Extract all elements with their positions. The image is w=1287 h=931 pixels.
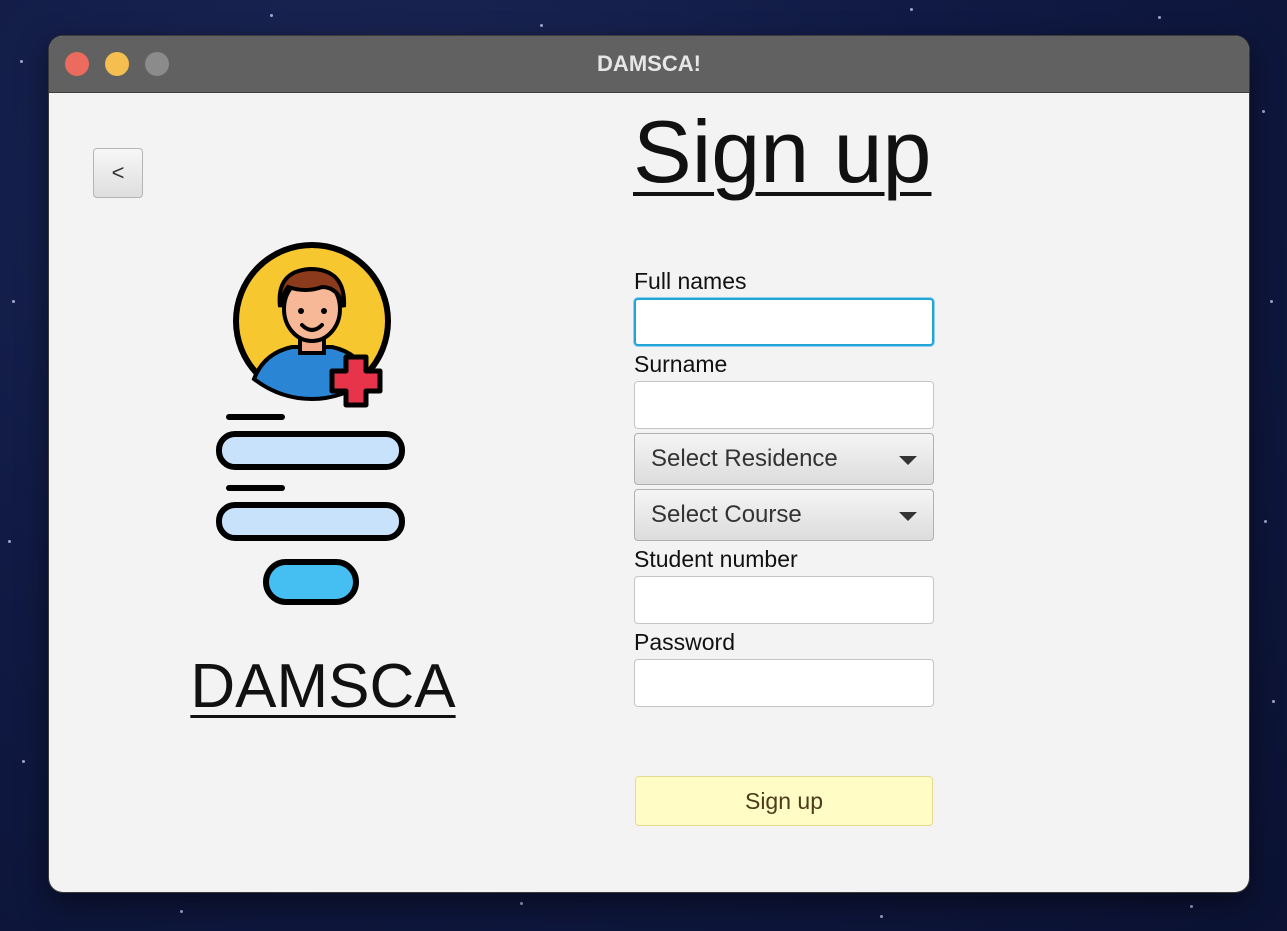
residence-select-value: Select Residence	[651, 445, 838, 472]
chevron-down-icon	[899, 512, 917, 521]
course-select[interactable]: Select Course	[634, 489, 934, 541]
user-add-icon	[233, 242, 391, 408]
chevron-down-icon	[899, 456, 917, 465]
surname-label: Surname	[634, 351, 728, 377]
full-names-field[interactable]	[634, 298, 934, 346]
title-bar[interactable]: DAMSCA!	[49, 36, 1249, 93]
student-number-field[interactable]	[634, 576, 934, 624]
password-field[interactable]	[634, 659, 934, 707]
surname-field[interactable]	[634, 381, 934, 429]
sign-up-button[interactable]: Sign up	[635, 776, 933, 826]
full-names-label: Full names	[634, 268, 747, 294]
brand-name: DAMSCA	[190, 652, 456, 721]
student-number-label: Student number	[634, 546, 798, 572]
page-title: Sign up	[633, 102, 932, 201]
app-window: DAMSCA! < DAMSCA Sign up Full names Surn…	[49, 36, 1249, 892]
signup-illustration	[216, 242, 405, 605]
residence-select[interactable]: Select Residence	[634, 433, 934, 485]
form-illustration-icon	[216, 414, 405, 605]
password-label: Password	[634, 629, 735, 655]
course-select-value: Select Course	[651, 501, 802, 528]
window-title: DAMSCA!	[597, 51, 701, 76]
back-button[interactable]: <	[93, 148, 143, 198]
